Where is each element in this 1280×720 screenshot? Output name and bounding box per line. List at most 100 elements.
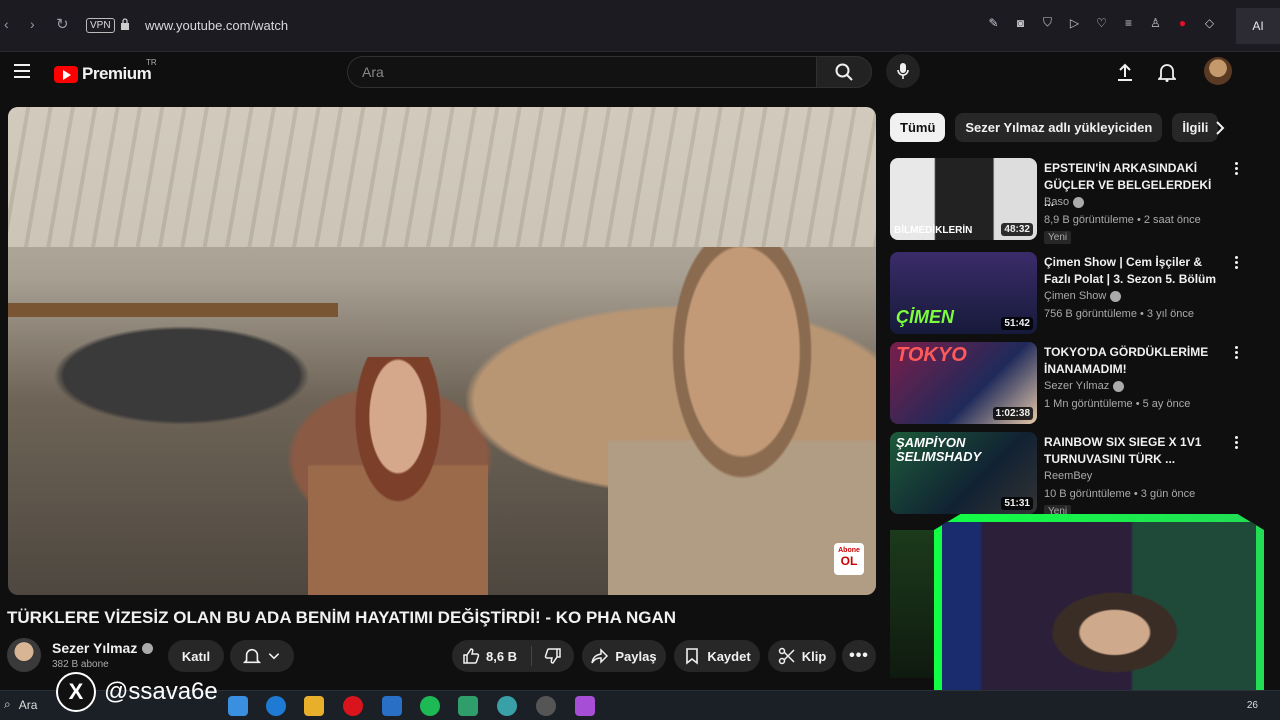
- video-thumbnail[interactable]: ÇİMEN 51:42: [890, 252, 1037, 334]
- chevron-right-icon: [1216, 121, 1225, 135]
- recommendation-item[interactable]: ŞAMPİYON SELIMSHADY 51:31 RAINBOW SIX SI…: [890, 432, 1250, 518]
- join-label: Katıl: [181, 648, 211, 664]
- cube-icon[interactable]: ◇: [1201, 14, 1218, 31]
- more-vertical-icon[interactable]: [1230, 434, 1242, 450]
- more-vertical-icon[interactable]: [1230, 254, 1242, 270]
- app-icon-app[interactable]: [575, 696, 595, 716]
- logo-text: Premium: [82, 64, 152, 83]
- hamburger-menu-icon[interactable]: [14, 64, 30, 78]
- share-button[interactable]: Paylaş: [582, 640, 666, 672]
- recommendation-title[interactable]: Çimen Show | Cem İşçiler & Fazlı Polat |…: [1044, 254, 1220, 288]
- shield-icon[interactable]: ⛉: [1039, 14, 1056, 31]
- taskbar-search[interactable]: ⌕ Ara: [0, 697, 37, 712]
- bell-icon: [1158, 64, 1176, 82]
- social-watermark: X @ssava6e: [56, 672, 218, 712]
- thumbs-down-icon[interactable]: [544, 647, 562, 665]
- channel-avatar[interactable]: [7, 638, 41, 672]
- like-button[interactable]: 8,6 B: [462, 647, 517, 665]
- edit-icon[interactable]: ✎: [985, 14, 1002, 31]
- app-icon-app[interactable]: [497, 696, 517, 716]
- like-dislike-group: 8,6 B: [452, 640, 574, 672]
- chip-from-uploader[interactable]: Sezer Yılmaz adlı yükleyiciden: [955, 113, 1163, 142]
- x-logo-icon: X: [56, 672, 96, 712]
- search-icon: ⌕: [4, 697, 11, 711]
- microphone-icon: [897, 63, 909, 79]
- app-icon-folder[interactable]: [304, 696, 324, 716]
- recommendation-item[interactable]: ÇİMEN 51:42 Çimen Show | Cem İşçiler & F…: [890, 252, 1250, 336]
- recommendation-item[interactable]: BİLMEDİKLERİN 48:32 EPSTEIN'İN ARKASINDA…: [890, 158, 1250, 244]
- join-button[interactable]: Katıl: [168, 640, 224, 672]
- partial-thumbnail: [890, 530, 934, 678]
- heart-icon[interactable]: ♡: [1093, 14, 1110, 31]
- video-duration: 51:31: [1001, 497, 1033, 510]
- youtube-logo[interactable]: Premium TR: [54, 58, 157, 84]
- bookmark-icon: [686, 648, 699, 665]
- list-icon[interactable]: ≡: [1120, 14, 1137, 31]
- subscription-bell-button[interactable]: [230, 640, 294, 672]
- abone-bottom-text: OL: [840, 553, 858, 568]
- youtube-play-icon: [54, 65, 78, 83]
- search-input[interactable]: Ara: [347, 56, 817, 88]
- video-thumbnail[interactable]: BİLMEDİKLERİN 48:32: [890, 158, 1037, 240]
- more-vertical-icon[interactable]: [1230, 160, 1242, 176]
- address-bar[interactable]: www.youtube.com/watch: [145, 18, 288, 33]
- thumbnail-text: ŞAMPİYON SELIMSHADY: [896, 435, 982, 465]
- app-icon-app[interactable]: [458, 696, 478, 716]
- webcam-overlay: [934, 514, 1264, 714]
- clip-button[interactable]: Klip: [768, 640, 836, 672]
- vpn-badge[interactable]: VPN: [86, 18, 115, 33]
- search-button[interactable]: [816, 56, 872, 88]
- record-icon[interactable]: ●: [1174, 14, 1191, 31]
- app-icon-edge[interactable]: [266, 696, 286, 716]
- user-avatar[interactable]: [1204, 57, 1232, 85]
- save-button[interactable]: Kaydet: [674, 640, 760, 672]
- chevron-down-icon: [268, 653, 280, 660]
- video-duration: 51:42: [1001, 317, 1033, 330]
- reload-icon[interactable]: ↻: [56, 15, 69, 33]
- chip-all[interactable]: Tümü: [890, 113, 946, 142]
- forward-icon[interactable]: ›: [30, 16, 35, 32]
- recommendation-channel[interactable]: Baso: [1044, 196, 1085, 208]
- system-tray-clock[interactable]: 26: [1247, 700, 1258, 711]
- more-vertical-icon[interactable]: [1230, 344, 1242, 360]
- recommendation-channel[interactable]: Çimen Show: [1044, 290, 1122, 302]
- app-icon-spotify[interactable]: [420, 696, 440, 716]
- app-icon-app[interactable]: [536, 696, 556, 716]
- channel-label: ReemBey: [1044, 470, 1093, 482]
- video-player[interactable]: Abone OL: [8, 107, 876, 595]
- camera-icon[interactable]: ◙: [1012, 14, 1029, 31]
- app-icon-opera[interactable]: [343, 696, 363, 716]
- video-thumbnail[interactable]: ŞAMPİYON SELIMSHADY 51:31: [890, 432, 1037, 514]
- recommendation-channel[interactable]: ReemBey: [1044, 470, 1092, 482]
- back-icon[interactable]: ‹: [4, 16, 9, 32]
- upload-button[interactable]: [1113, 60, 1137, 84]
- abone-top-text: Abone: [838, 547, 860, 554]
- webcam-feed: [942, 522, 1256, 706]
- video-duration: 48:32: [1001, 223, 1033, 236]
- app-icon-copilot[interactable]: [228, 696, 248, 716]
- clip-label: Klip: [801, 648, 827, 664]
- subscribe-watermark[interactable]: Abone OL: [834, 543, 864, 575]
- play-icon[interactable]: ▷: [1066, 14, 1083, 31]
- recommendation-meta: 1 Mn görüntüleme • 5 ay önce: [1044, 398, 1191, 410]
- upload-icon: [1118, 63, 1132, 81]
- profile-icon[interactable]: ♙: [1147, 14, 1164, 31]
- recommendation-item[interactable]: TOKYO 1:02:38 TOKYO'DA GÖRDÜKLERİME İNAN…: [890, 342, 1250, 426]
- filter-chips: Tümü Sezer Yılmaz adlı yükleyiciden İlgi…: [890, 113, 1219, 142]
- channel-name-row[interactable]: Sezer Yılmaz: [52, 640, 154, 656]
- more-actions-button[interactable]: •••: [842, 640, 876, 672]
- search-icon: [835, 63, 853, 81]
- save-label: Kaydet: [707, 648, 751, 664]
- recommendation-channel[interactable]: Sezer Yılmaz: [1044, 380, 1125, 392]
- chips-next-button[interactable]: [1208, 116, 1232, 140]
- video-frame-woman: [308, 357, 488, 595]
- video-thumbnail[interactable]: TOKYO 1:02:38: [890, 342, 1037, 424]
- notifications-button[interactable]: [1155, 60, 1179, 84]
- thumbs-up-icon: [463, 648, 480, 664]
- app-icon-mail[interactable]: [382, 696, 402, 716]
- recommendation-title[interactable]: TOKYO'DA GÖRDÜKLERİME İNANAMADIM!: [1044, 344, 1220, 378]
- verified-icon: [1110, 290, 1122, 302]
- recommendation-title[interactable]: RAINBOW SIX SIEGE X 1V1 TURNUVASINI TÜRK…: [1044, 434, 1220, 468]
- voice-search-button[interactable]: [886, 54, 920, 88]
- ai-button[interactable]: AI: [1236, 8, 1280, 44]
